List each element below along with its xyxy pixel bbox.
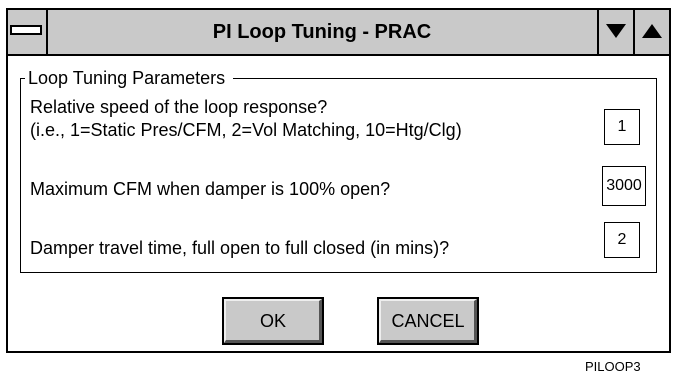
cancel-button[interactable]: CANCEL bbox=[377, 297, 479, 345]
title-bar: PI Loop Tuning - PRAC bbox=[8, 10, 669, 56]
damper-travel-question: Damper travel time, full open to full cl… bbox=[30, 238, 450, 258]
figure-label: PILOOP3 bbox=[585, 359, 641, 374]
window-title: PI Loop Tuning - PRAC bbox=[212, 21, 432, 43]
pi-loop-tuning-dialog: PI Loop Tuning - PRAC Loop Tuning Parame… bbox=[6, 8, 671, 353]
group-legend: Loop Tuning Parameters bbox=[25, 67, 234, 89]
window-bar-icon bbox=[10, 25, 42, 35]
maximize-button[interactable] bbox=[633, 10, 669, 54]
loop-tuning-parameters-group: Loop Tuning Parameters Relative speed of… bbox=[20, 67, 657, 273]
loop-speed-hint: (i.e., 1=Static Pres/CFM, 2=Vol Matching… bbox=[30, 120, 462, 140]
ok-button[interactable]: OK bbox=[222, 297, 324, 345]
system-menu-button[interactable] bbox=[8, 10, 48, 54]
triangle-up-icon bbox=[642, 24, 662, 38]
loop-speed-question: Relative speed of the loop response? bbox=[30, 97, 328, 117]
damper-travel-field[interactable]: 2 bbox=[604, 222, 640, 258]
max-cfm-question: Maximum CFM when damper is 100% open? bbox=[30, 179, 391, 199]
triangle-down-icon bbox=[606, 24, 626, 38]
loop-speed-field[interactable]: 1 bbox=[604, 109, 640, 145]
max-cfm-field[interactable]: 3000 bbox=[602, 166, 646, 206]
minimize-button[interactable] bbox=[597, 10, 633, 54]
